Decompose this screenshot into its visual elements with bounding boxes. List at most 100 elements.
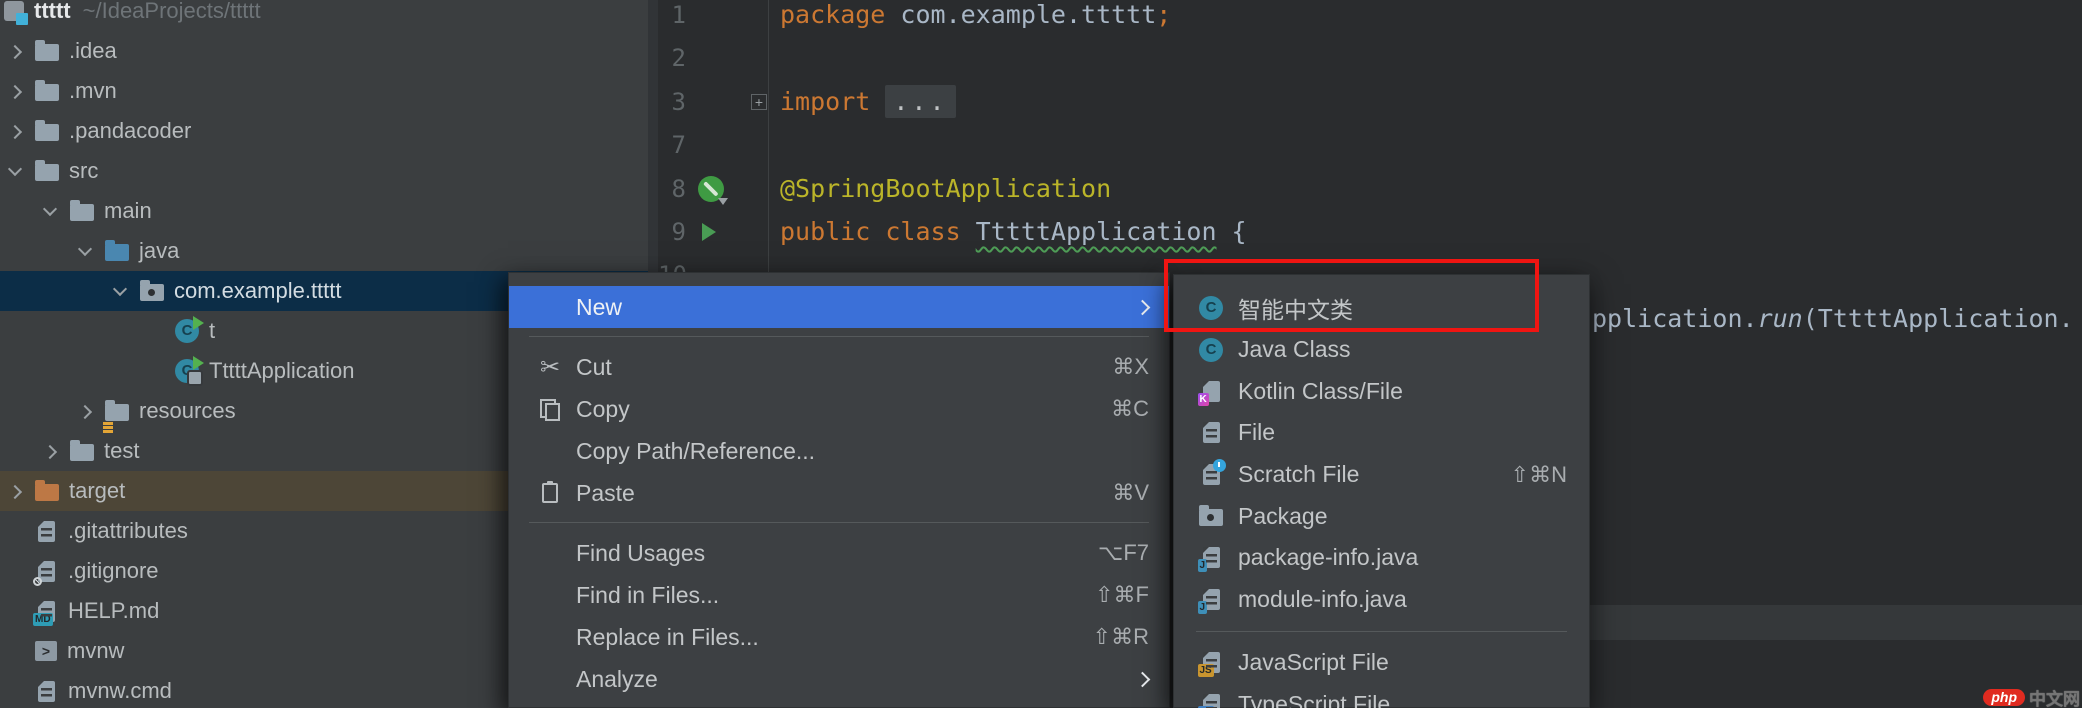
tree-item-java[interactable]: java [0,231,648,271]
spring-boot-icon[interactable] [698,176,724,202]
code-line[interactable]: public class TttttApplication { [780,210,1247,254]
code-segment: ; [1156,0,1171,29]
new-submenu: C智能中文类CJava ClassKKotlin Class/FileFileS… [1173,274,1590,708]
fold-plus-icon[interactable]: + [751,94,767,110]
menu-item-paste[interactable]: Paste ⌘V [509,472,1169,514]
menu-item-shortcut: ⌘X [1112,354,1149,380]
spring-boot-class-icon: C [175,359,199,383]
code-segment: com.example.ttttt [885,0,1156,29]
menu-item-label: New [576,294,622,321]
menu-item-shortcut: ⌘V [1112,480,1149,506]
code-line[interactable]: package com.example.ttttt; [780,0,1171,37]
menu-item-shortcut: ⇧⌘F [1095,582,1149,608]
javascript-file-icon: JS [1203,652,1220,673]
menu-item-icon-slot: K [1198,381,1224,402]
menu-item-cut[interactable]: ✂Cut⌘X [509,346,1169,388]
java-file-icon: J [1203,547,1220,568]
menu-item-typescript-file[interactable]: TSTypeScript File [1174,683,1589,708]
code-segment: ... [885,85,955,118]
menu-item-copy[interactable]: Copy⌘C [509,388,1169,430]
tree-item--idea[interactable]: .idea [0,31,648,71]
tree-item-label: .mvn [69,78,117,104]
menu-item-javascript-file[interactable]: JSJavaScript File [1174,642,1589,684]
menu-item-file[interactable]: File [1174,412,1589,454]
menu-item-shortcut: ⌥F7 [1098,540,1149,566]
menu-item-module-info-java[interactable]: Jmodule-info.java [1174,579,1589,621]
menu-item-label: Paste [576,480,635,507]
tree-item-label: TttttApplication [209,358,355,384]
chevron-spacer [2,671,35,708]
menu-item-scratch-file[interactable]: Scratch File⇧⌘N [1174,454,1589,496]
tree-chevron-icon[interactable] [2,111,35,151]
tree-chevron-icon[interactable] [37,191,70,231]
tree-chevron-icon[interactable] [107,271,140,311]
gutter-line-number: 7 [658,123,686,167]
code-segment: package [780,0,885,29]
tree-item-label: .gitattributes [68,518,188,544]
project-root-path: ~/IdeaProjects/ttttt [83,0,261,24]
markdown-file-icon: MD [38,601,55,622]
tree-item-main[interactable]: main [0,191,648,231]
tree-row-project-root[interactable]: ttttt~/IdeaProjects/ttttt [0,0,648,31]
menu-item-find-usages[interactable]: Find Usages⌥F7 [509,532,1169,574]
ignore-overlay-icon [33,577,42,586]
java-file-icon: J [1203,589,1220,610]
menu-item-new[interactable]: New [509,286,1169,328]
menu-item-analyze[interactable]: Analyze [509,658,1169,700]
menu-item-shortcut: ⇧⌘N [1511,462,1567,488]
chevron-down-icon [45,207,54,216]
tree-item-label: HELP.md [68,598,159,624]
folder-icon [70,444,94,461]
tree-item-label: target [69,478,125,504]
menu-item-package-info-java[interactable]: Jpackage-info.java [1174,537,1589,579]
menu-item-label: Replace in Files... [576,624,759,651]
folder-icon [35,84,59,101]
menu-item-icon-slot [1198,507,1224,526]
tree-chevron-icon[interactable] [37,431,70,471]
tree-item-src[interactable]: src [0,151,648,191]
tree-chevron-icon[interactable] [2,31,35,71]
menu-item-find-in-files-[interactable]: Find in Files...⇧⌘F [509,574,1169,616]
code-segment: public class [780,217,976,246]
chevron-right-icon [10,487,19,496]
tree-chevron-icon[interactable] [2,471,35,511]
tree-item-label: .gitignore [68,558,159,584]
menu-item-label: File [1238,419,1275,446]
menu-item-label: module-info.java [1238,586,1407,613]
tree-item--mvn[interactable]: .mvn [0,71,648,111]
menu-item-package[interactable]: Package [1174,495,1589,537]
chevron-right-icon [45,447,54,456]
submenu-arrow-icon [1137,672,1147,686]
code-line[interactable]: import ... [780,80,956,124]
menu-item-kotlin-class-file[interactable]: K Kotlin Class/File [1174,370,1589,412]
run-icon[interactable] [702,223,716,241]
code-fragment-behind-menu[interactable]: pplication.run(TttttApplication. [1592,297,2074,341]
code-segment: { [1217,217,1247,246]
package-icon [140,284,164,301]
folder-icon [70,204,94,221]
menu-item-copy-path-reference-[interactable]: Copy Path/Reference... [509,430,1169,472]
chevron-spacer [2,511,35,551]
file-icon [38,681,55,702]
class-icon: C [1199,338,1223,362]
tree-chevron-icon[interactable] [2,71,35,111]
menu-item-label: Kotlin Class/File [1238,378,1403,405]
tree-chevron-icon[interactable] [2,151,35,191]
copy-icon [540,399,560,419]
project-icon [4,1,24,21]
tree-item--pandacoder[interactable]: .pandacoder [0,111,648,151]
tree-chevron-icon[interactable] [72,391,105,431]
code-segment: pplication. [1592,304,1758,333]
cut-icon: ✂ [540,355,560,379]
chevron-spacer [142,351,175,391]
menu-item-java-class[interactable]: CJava Class [1174,329,1589,371]
gutter-line-number: 3 [658,80,686,124]
gutter-line-number: 9 [658,210,686,254]
tree-item-label: .idea [69,38,117,64]
tree-chevron-icon[interactable] [72,231,105,271]
menu-item-label: Copy Path/Reference... [576,438,815,465]
menu-item-replace-in-files-[interactable]: Replace in Files...⇧⌘R [509,616,1169,658]
chevron-right-icon [80,407,89,416]
code-line[interactable]: @SpringBootApplication [780,167,1111,211]
file-type-badge: J [1198,601,1208,614]
